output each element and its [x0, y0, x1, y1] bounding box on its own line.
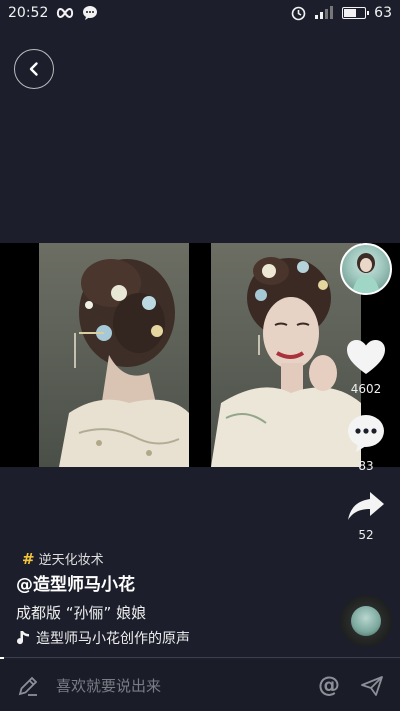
- clock: 20:52: [8, 5, 49, 21]
- comment-count: 83: [358, 459, 374, 473]
- share-button[interactable]: 52: [336, 490, 396, 542]
- music-title: 造型师马小花创作的原声: [36, 631, 190, 647]
- video-description: 成都版 “孙俪” 娘娘: [16, 604, 147, 622]
- playback-progress: [0, 657, 400, 659]
- alarm-icon: [291, 6, 306, 21]
- hashtag-icon: #: [22, 549, 35, 568]
- author-name[interactable]: @造型师马小花: [16, 570, 135, 595]
- mention-button[interactable]: @: [318, 673, 340, 698]
- infinity-icon: [56, 8, 74, 18]
- share-count: 52: [358, 528, 374, 542]
- like-button[interactable]: 4602: [336, 338, 396, 396]
- battery-percent: 63: [374, 5, 392, 21]
- music-disc[interactable]: [340, 595, 392, 647]
- pencil-icon: [12, 670, 44, 702]
- hairstyle-back-photo: [39, 243, 189, 467]
- comment-bubble-icon: [348, 415, 384, 452]
- chevron-left-icon: [29, 62, 38, 76]
- signal-icon: [314, 6, 334, 20]
- creator-avatar[interactable]: [340, 243, 392, 295]
- chat-bubble-icon: [82, 5, 98, 21]
- like-count: 4602: [350, 382, 382, 396]
- music-note-icon: [17, 631, 29, 645]
- battery-icon: [342, 7, 370, 19]
- music-credit[interactable]: 造型师马小花创作的原声: [16, 628, 190, 648]
- heart-icon: [347, 340, 385, 374]
- topic-label: 逆天化妆术: [38, 553, 104, 568]
- comment-button[interactable]: 83: [336, 413, 396, 473]
- send-icon[interactable]: [356, 670, 388, 702]
- status-bar: 20:52 63: [0, 0, 400, 26]
- comment-input[interactable]: 喜欢就要说出来: [56, 675, 318, 696]
- back-button[interactable]: [14, 49, 54, 89]
- music-cover: [351, 606, 381, 636]
- comment-bar: 喜欢就要说出来 @: [0, 660, 400, 711]
- topic-tag[interactable]: # 逆天化妆术: [22, 549, 104, 569]
- share-arrow-icon: [348, 492, 384, 520]
